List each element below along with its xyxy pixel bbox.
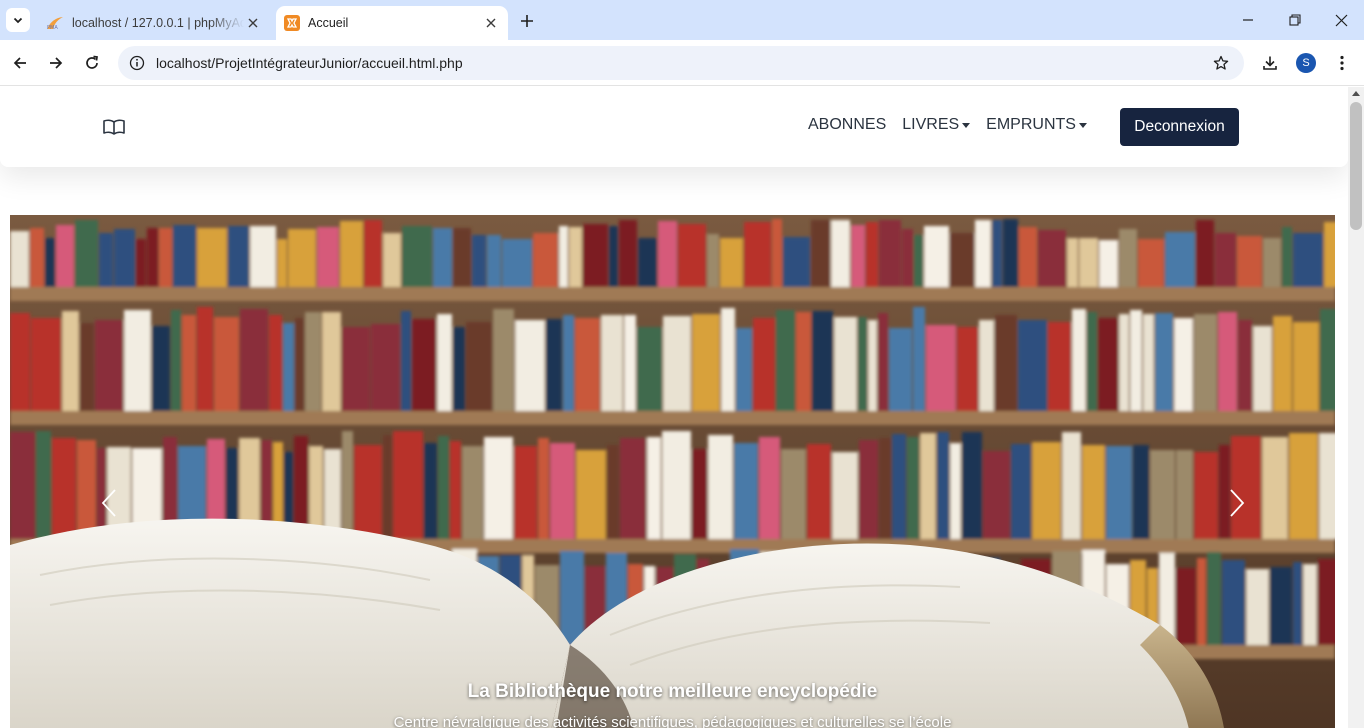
page-viewport: ABONNES LIVRES EMPRUNTS Deconnexion La B… [0, 87, 1348, 728]
restore-icon [1289, 14, 1301, 26]
carousel-next-button[interactable] [1222, 483, 1252, 523]
caption-title: La Bibliothèque notre meilleure encyclop… [467, 681, 878, 702]
back-button[interactable] [8, 51, 32, 75]
nav-item-abonnes[interactable]: ABONNES [808, 116, 886, 134]
nav-item-label: ABONNES [808, 116, 887, 133]
tab-accueil[interactable]: Accueil [276, 6, 508, 40]
plus-icon [521, 15, 533, 27]
reload-icon [86, 55, 98, 69]
logout-button[interactable]: Deconnexion [1120, 108, 1239, 146]
caret-down-icon [1078, 122, 1087, 128]
forward-button[interactable] [44, 51, 68, 75]
tab-title: Accueil [308, 16, 349, 30]
svg-text:PMA: PMA [47, 25, 58, 30]
phpmyadmin-icon: PMA [46, 16, 64, 31]
browser-toolbar: localhost/ProjetIntégrateurJunior/accuei… [0, 40, 1364, 86]
profile-avatar[interactable]: S [1296, 53, 1316, 73]
arrow-left-icon [13, 57, 26, 69]
tab-close-button[interactable] [244, 14, 262, 32]
brand-link[interactable] [102, 117, 126, 137]
star-icon [1213, 55, 1229, 70]
nav-item-label: LIVRES [902, 116, 960, 133]
nav-item-livres[interactable]: LIVRES [902, 116, 971, 134]
address-bar[interactable]: localhost/ProjetIntégrateurJunior/accuei… [118, 46, 1244, 80]
site-navbar: ABONNES LIVRES EMPRUNTS Deconnexion [0, 87, 1348, 167]
browser-menu-button[interactable] [1330, 51, 1354, 75]
xampp-icon [284, 15, 300, 31]
close-icon [248, 18, 258, 28]
close-window-button[interactable] [1329, 8, 1353, 32]
main-menu: ABONNES LIVRES EMPRUNTS [808, 116, 1087, 134]
chevron-right-icon [1230, 489, 1245, 517]
nav-item-label: EMPRUNTS [986, 116, 1076, 133]
close-icon [486, 18, 496, 28]
tab-title: localhost / 127.0.0.1 | phpMyAdmin [72, 16, 244, 30]
tab-close-button[interactable] [482, 14, 500, 32]
new-tab-button[interactable] [516, 10, 538, 32]
reload-button[interactable] [80, 51, 104, 75]
downloads-button[interactable] [1258, 51, 1282, 75]
carousel-prev-button[interactable] [94, 483, 124, 523]
download-icon [1263, 56, 1277, 70]
open-book-icon [103, 119, 125, 135]
caption-text: Centre névralgique des activités scienti… [393, 714, 952, 728]
minimize-icon [1243, 19, 1253, 21]
chevron-left-icon [101, 489, 116, 517]
browser-tab-bar: PMA localhost / 127.0.0.1 | phpMyAdmin A… [0, 0, 1364, 40]
library-books-image [10, 215, 1335, 728]
hero-carousel: La Bibliothèque notre meilleure encyclop… [10, 215, 1335, 728]
minimize-button[interactable] [1236, 8, 1260, 32]
tab-search-button[interactable] [6, 8, 30, 32]
tab-phpmyadmin[interactable]: PMA localhost / 127.0.0.1 | phpMyAdmin [38, 6, 270, 40]
page-scrollbar[interactable] [1348, 87, 1364, 728]
url-text[interactable]: localhost/ProjetIntégrateurJunior/accuei… [156, 55, 1204, 71]
scroll-up-arrow-icon[interactable] [1352, 91, 1360, 96]
chevron-down-icon [13, 17, 23, 24]
nav-item-emprunts[interactable]: EMPRUNTS [986, 116, 1087, 134]
bookmark-button[interactable] [1204, 46, 1238, 80]
scrollbar-thumb[interactable] [1350, 102, 1362, 230]
site-info-button[interactable] [120, 46, 154, 80]
caret-down-icon [962, 122, 971, 128]
info-icon [129, 55, 145, 71]
restore-button[interactable] [1283, 8, 1307, 32]
close-icon [1335, 14, 1347, 26]
arrow-right-icon [50, 57, 63, 69]
kebab-menu-icon [1340, 55, 1344, 71]
